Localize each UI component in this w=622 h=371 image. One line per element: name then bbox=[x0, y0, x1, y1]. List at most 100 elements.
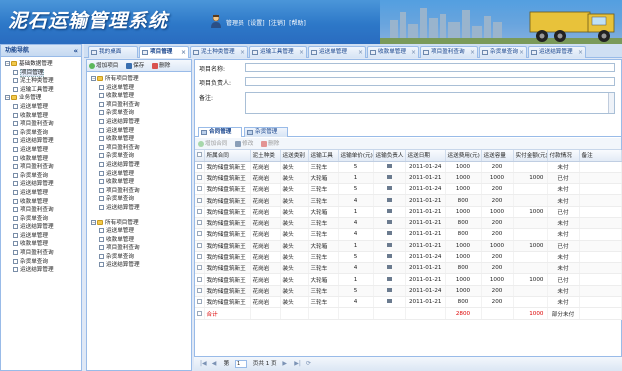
row-select-cell[interactable] bbox=[195, 251, 205, 264]
left-nav-item[interactable]: 杂货单查询 bbox=[3, 172, 79, 181]
last-page-icon[interactable]: ▶| bbox=[294, 360, 301, 367]
close-icon[interactable]: × bbox=[578, 47, 583, 58]
column-header[interactable]: 运输负责人 bbox=[373, 150, 406, 162]
close-icon[interactable]: × bbox=[240, 47, 245, 58]
column-header[interactable]: 运送费用(元) bbox=[445, 150, 482, 162]
left-nav-item[interactable]: 运送单管理 bbox=[3, 232, 79, 241]
project-tree-item[interactable]: 杂货单查询 bbox=[89, 253, 189, 262]
project-tree-item[interactable]: 收款单管理 bbox=[89, 135, 189, 144]
row-checkbox[interactable] bbox=[197, 265, 202, 271]
row-select-cell[interactable] bbox=[195, 296, 205, 309]
row-select-cell[interactable] bbox=[195, 172, 205, 185]
logout-link[interactable]: [注销] bbox=[269, 20, 286, 27]
left-nav-item[interactable]: 收款单管理 bbox=[3, 198, 79, 207]
close-icon[interactable]: × bbox=[181, 47, 186, 58]
table-row[interactable]: 我的储盘筑新王 花岗岩 装头 三轮车 4 2011-01-21 800 200 未付 bbox=[195, 228, 622, 241]
project-group[interactable]: − 所有项目管理 bbox=[89, 75, 189, 84]
project-tree-item[interactable]: 收款单管理 bbox=[89, 92, 189, 101]
row-select-cell[interactable] bbox=[195, 228, 205, 241]
table-row[interactable]: 我的储盘筑新王 花岗岩 装头 三轮车 5 2011-01-24 1000 200 未付 bbox=[195, 251, 622, 264]
project-tree-item[interactable]: 运送单管理 bbox=[89, 127, 189, 136]
table-row[interactable]: 我的储盘筑新王 花岗岩 装头 大轮箱 1 2011-01-21 1000 1000 1000 已付 bbox=[195, 273, 622, 286]
project-tree-item[interactable]: 运送单管理 bbox=[89, 170, 189, 179]
column-header[interactable]: 付款情况 bbox=[547, 150, 580, 162]
project-tree-item[interactable]: 运送单管理 bbox=[89, 227, 189, 236]
left-nav-item[interactable]: 运送单管理 bbox=[3, 146, 79, 155]
project-tree-item[interactable]: 项目盈利查询 bbox=[89, 144, 189, 153]
left-nav-item[interactable]: 运送单管理 bbox=[3, 189, 79, 198]
table-row[interactable]: 我的储盘筑新王 花岗岩 装头 大轮箱 1 2011-01-21 1000 1000 1000 已付 bbox=[195, 206, 622, 218]
left-nav-item[interactable]: 项目盈利查询 bbox=[3, 120, 79, 129]
left-nav-item[interactable]: 收款单管理 bbox=[3, 112, 79, 121]
left-nav-item[interactable]: 项目盈利查询 bbox=[3, 249, 79, 258]
tab-item[interactable]: 运输工具管理 × bbox=[249, 46, 307, 58]
left-nav-item[interactable]: 运送结算管理 bbox=[3, 137, 79, 146]
tab-item[interactable]: 项目管理 × bbox=[139, 46, 189, 58]
column-header[interactable]: 运输工具 bbox=[308, 150, 339, 162]
row-select-cell[interactable] bbox=[195, 206, 205, 218]
project-tree-item[interactable]: 收款单管理 bbox=[89, 236, 189, 245]
row-checkbox[interactable] bbox=[197, 174, 202, 180]
row-select-cell[interactable] bbox=[195, 285, 205, 298]
row-select-cell[interactable] bbox=[195, 194, 205, 207]
row-checkbox[interactable] bbox=[197, 276, 202, 282]
row-select-cell[interactable] bbox=[195, 273, 205, 286]
tab-item[interactable]: 我的桌面 bbox=[88, 46, 138, 58]
select-all-header[interactable] bbox=[195, 150, 205, 162]
project-tree-item[interactable]: 项目盈利查询 bbox=[89, 244, 189, 253]
row-select-cell[interactable] bbox=[195, 183, 205, 196]
left-nav-item[interactable]: 运输工具管理 bbox=[3, 86, 79, 95]
prev-page-icon[interactable]: ◀ bbox=[212, 360, 218, 367]
tab-item[interactable]: 泥土种类管理 × bbox=[190, 46, 248, 58]
table-row[interactable]: 我的储盘筑新王 花岗岩 装头 三轮车 5 2011-01-24 1000 200 未付 bbox=[195, 285, 622, 298]
left-nav-item[interactable]: 运送结算管理 bbox=[3, 180, 79, 189]
left-nav-item[interactable]: 杂货单查询 bbox=[3, 129, 79, 138]
row-checkbox[interactable] bbox=[197, 231, 202, 237]
column-header[interactable]: 运输单价(元) bbox=[338, 150, 374, 162]
tab-contract-management[interactable]: 合同管理 bbox=[198, 127, 242, 137]
table-row[interactable]: 我的储盘筑新王 花岗岩 装头 三轮车 5 2011-01-24 1000 200 未付 bbox=[195, 183, 622, 196]
save-button[interactable]: 保存 bbox=[126, 62, 144, 69]
row-checkbox[interactable] bbox=[197, 208, 202, 214]
left-nav-item[interactable]: 运送单管理 bbox=[3, 103, 79, 112]
tab-item[interactable]: 运送单管理 × bbox=[308, 46, 366, 58]
next-page-icon[interactable]: ▶ bbox=[282, 360, 288, 367]
edit-button[interactable]: 修改 bbox=[235, 140, 253, 147]
help-link[interactable]: [帮助] bbox=[289, 20, 306, 27]
expand-toggle-icon[interactable]: − bbox=[91, 219, 96, 225]
tab-misc-management[interactable]: 杂货管理 bbox=[244, 127, 288, 137]
table-row[interactable]: 我的储盘筑新王 花岗岩 装头 三轮车 5 2011-01-24 1000 200 未付 bbox=[195, 161, 622, 173]
left-nav-item[interactable]: 收款单管理 bbox=[3, 240, 79, 249]
left-nav-item[interactable]: 项目盈利查询 bbox=[3, 206, 79, 215]
project-tree-item[interactable]: 运送结算管理 bbox=[89, 161, 189, 170]
row-checkbox[interactable] bbox=[197, 310, 202, 316]
column-header[interactable]: 实付金额(元) bbox=[513, 150, 548, 162]
close-icon[interactable]: × bbox=[411, 47, 416, 58]
table-row[interactable]: 我的储盘筑新王 花岗岩 装头 三轮车 4 2011-01-21 800 200 未付 bbox=[195, 194, 622, 207]
row-checkbox[interactable] bbox=[197, 287, 202, 293]
left-nav-item[interactable]: 项目管理 bbox=[3, 68, 79, 78]
close-icon[interactable]: × bbox=[470, 47, 475, 58]
left-nav-item[interactable]: 杂货单查询 bbox=[3, 258, 79, 267]
row-checkbox[interactable] bbox=[197, 163, 202, 169]
column-header[interactable]: 运送类别 bbox=[280, 150, 309, 162]
note-scrollbar[interactable] bbox=[608, 93, 614, 113]
row-checkbox[interactable] bbox=[197, 197, 202, 203]
close-icon[interactable]: × bbox=[358, 47, 363, 58]
row-select-cell[interactable] bbox=[195, 217, 205, 230]
left-nav-item[interactable]: − 基础数据管理 bbox=[3, 60, 79, 69]
project-tree-item[interactable]: 杂货单查询 bbox=[89, 152, 189, 161]
close-icon[interactable]: × bbox=[299, 47, 304, 58]
delete-contract-button[interactable]: 删除 bbox=[261, 140, 279, 147]
note-textarea[interactable] bbox=[245, 92, 615, 114]
expand-toggle-icon[interactable]: − bbox=[91, 76, 96, 81]
close-icon[interactable]: × bbox=[519, 47, 524, 58]
column-header[interactable]: 运送容量 bbox=[481, 150, 514, 162]
row-select-cell[interactable] bbox=[195, 240, 205, 252]
table-row[interactable]: 我的储盘筑新王 花岗岩 装头 三轮车 4 2011-01-21 800 200 未付 bbox=[195, 262, 622, 275]
table-row[interactable]: 我的储盘筑新王 花岗岩 装头 三轮车 4 2011-01-21 800 200 未付 bbox=[195, 296, 622, 309]
table-row[interactable]: 我的储盘筑新王 花岗岩 装头 大轮箱 1 2011-01-21 1000 1000 1000 已付 bbox=[195, 240, 622, 252]
column-header[interactable]: 所属合同 bbox=[204, 150, 251, 162]
double-chevron-left-icon[interactable]: « bbox=[73, 45, 78, 57]
settings-link[interactable]: [设置] bbox=[248, 20, 265, 27]
